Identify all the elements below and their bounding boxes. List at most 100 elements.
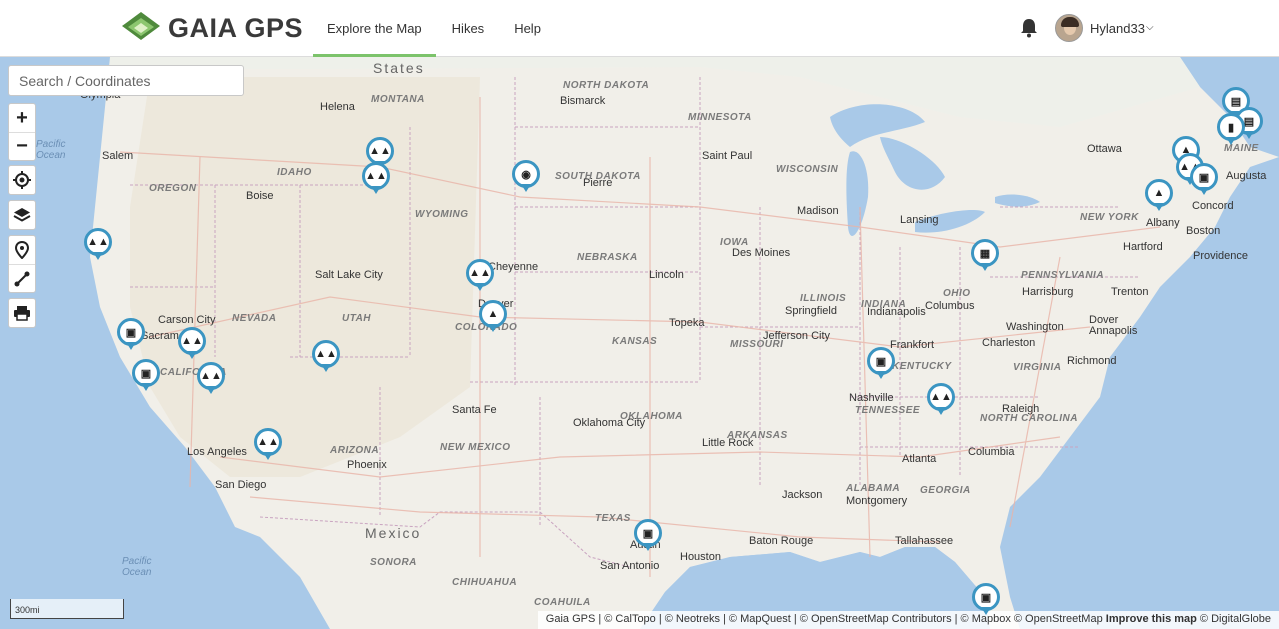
state-label: NEW MEXICO — [440, 442, 511, 453]
state-label: ALABAMA — [846, 483, 901, 494]
nav-explore-map[interactable]: Explore the Map — [313, 0, 436, 57]
state-label: OHIO — [943, 288, 971, 299]
state-label: OREGON — [149, 183, 197, 194]
state-label: UTAH — [342, 313, 372, 324]
map-pin[interactable]: ▲▲ — [197, 362, 225, 396]
gaia-logo[interactable]: GAIA GPS — [120, 10, 303, 46]
print-button[interactable] — [9, 299, 35, 327]
city-label: Albany — [1146, 217, 1180, 229]
map-pin[interactable]: ▣ — [867, 347, 895, 381]
city-label: Raleigh — [1002, 403, 1040, 415]
map-pin[interactable]: ▲ — [1145, 179, 1173, 213]
city-label: Santa Fe — [452, 404, 497, 416]
city-label: Harrisburg — [1022, 286, 1074, 298]
map-pin[interactable]: ▦ — [971, 239, 999, 273]
map-pin[interactable]: ▲▲ — [466, 259, 494, 293]
state-label: WYOMING — [415, 209, 469, 220]
country-label-mexico: Mexico — [365, 525, 422, 541]
country-label-states: States — [373, 60, 425, 76]
map-view[interactable]: States Mexico Pacific Ocean Pacific Ocean … — [0, 57, 1279, 629]
city-label: Pierre — [583, 177, 613, 189]
state-label: IDAHO — [277, 167, 312, 178]
main-nav: Explore the Map Hikes Help — [313, 0, 557, 57]
state-label: VIRGINIA — [1013, 362, 1062, 373]
state-label: KANSAS — [612, 336, 658, 347]
state-label: MONTANA — [371, 94, 425, 105]
city-label: Madison — [797, 205, 839, 217]
city-label: Nashville — [849, 392, 894, 404]
map-pin[interactable]: ▲▲ — [84, 228, 112, 262]
city-label: Salt Lake City — [315, 269, 383, 281]
state-label: KENTUCKY — [892, 361, 952, 372]
state-label: GEORGIA — [920, 485, 971, 496]
city-label: Des Moines — [732, 247, 791, 259]
layers-button[interactable] — [9, 201, 35, 229]
city-label: San Antonio — [600, 560, 660, 572]
map-pin[interactable]: ▮ — [1217, 113, 1245, 147]
zoom-out-button[interactable]: − — [9, 132, 35, 160]
zoom-in-button[interactable]: + — [9, 104, 35, 132]
state-label: NORTH DAKOTA — [563, 80, 650, 91]
city-label: Houston — [680, 551, 721, 563]
city-label: Indianapolis — [867, 306, 926, 318]
map-pin[interactable]: ▲▲ — [927, 383, 955, 417]
brand-name: GAIA GPS — [168, 12, 304, 43]
map-pin[interactable]: ▣ — [972, 583, 1000, 617]
map-pin[interactable]: ▣ — [1190, 163, 1218, 197]
city-label: Topeka — [669, 317, 705, 329]
city-label: Montgomery — [846, 495, 908, 507]
state-label: TEXAS — [595, 513, 631, 524]
city-label: Trenton — [1111, 286, 1149, 298]
city-label: San Diego — [215, 479, 267, 491]
user-avatar[interactable] — [1055, 14, 1083, 42]
state-label: WISCONSIN — [776, 164, 839, 175]
user-name[interactable]: Hyland33 — [1090, 21, 1145, 36]
map-pin[interactable]: ▣ — [634, 519, 662, 553]
city-label: Cheyenne — [488, 261, 539, 273]
state-label: ILLINOIS — [800, 293, 847, 304]
city-label: Saint Paul — [702, 150, 753, 162]
add-waypoint-button[interactable] — [9, 236, 35, 264]
city-label: Los Angeles — [187, 446, 247, 458]
city-label: Annapolis — [1089, 325, 1138, 337]
map-pin[interactable]: ◉ — [512, 160, 540, 194]
draw-route-button[interactable] — [9, 264, 35, 292]
state-label: SONORA — [370, 557, 417, 568]
city-label: Charleston — [982, 337, 1036, 349]
map-pin[interactable]: ▣ — [117, 318, 145, 352]
city-label: Frankfort — [890, 339, 935, 351]
state-label: MINNESOTA — [688, 112, 752, 123]
print-icon — [14, 306, 30, 321]
city-label: Springfield — [785, 305, 837, 317]
city-label: Salem — [102, 150, 134, 162]
state-label: NEVADA — [232, 313, 277, 324]
state-label: TENNESSEE — [855, 405, 921, 416]
city-label: Boston — [1186, 225, 1221, 237]
state-label: ARIZONA — [330, 445, 380, 456]
city-label: Lincoln — [649, 269, 684, 281]
ocean-label: Pacific Ocean — [36, 139, 66, 161]
print-control — [8, 298, 36, 328]
city-label: Washington — [1006, 321, 1064, 333]
city-label: Phoenix — [347, 459, 387, 471]
search-input[interactable] — [8, 65, 244, 96]
city-label: Atlanta — [902, 453, 937, 465]
nav-help[interactable]: Help — [500, 0, 555, 57]
map-pin[interactable]: ▣ — [132, 359, 160, 393]
improve-map-link[interactable]: Improve this map — [1106, 613, 1197, 625]
map-pin[interactable]: ▲▲ — [178, 327, 206, 361]
city-label: Baton Rouge — [749, 535, 814, 547]
map-pin[interactable]: ▲▲ — [254, 428, 282, 462]
locate-button[interactable] — [9, 166, 35, 194]
nav-hikes[interactable]: Hikes — [438, 0, 499, 57]
city-label: Providence — [1193, 250, 1249, 262]
map-pin[interactable]: ▲▲ — [312, 340, 340, 374]
map-pin[interactable]: ▲ — [479, 300, 507, 334]
zoom-controls: + − — [8, 103, 36, 161]
avatar-hair — [1061, 17, 1079, 27]
chevron-down-icon[interactable]: ⌵ — [1146, 22, 1154, 33]
map-pin[interactable]: ▲▲ — [362, 162, 390, 196]
city-label: Jefferson City — [763, 330, 831, 342]
bell-icon[interactable] — [1020, 18, 1038, 38]
state-label: NEW YORK — [1080, 212, 1139, 223]
